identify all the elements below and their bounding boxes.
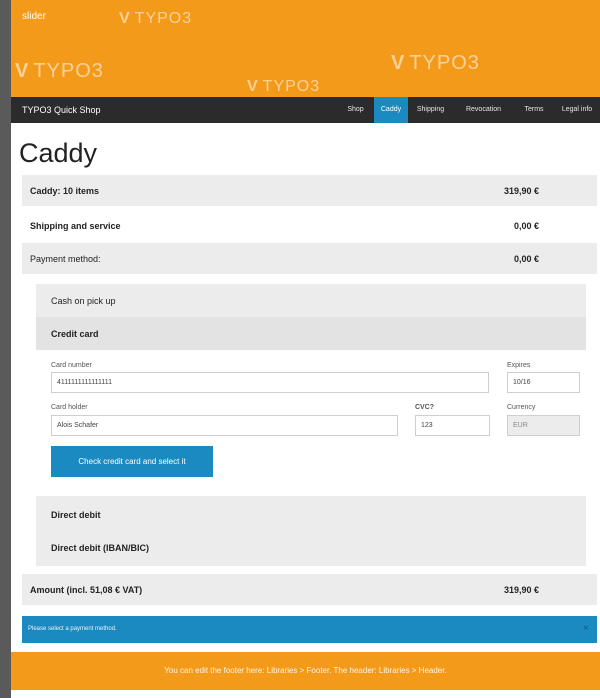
currency-label: Currency xyxy=(507,404,536,411)
alert-message: Please select a payment method. xyxy=(28,626,117,632)
amount-label: Amount (incl. 51,08 € VAT) xyxy=(30,585,143,595)
card-holder-label: Card holder xyxy=(51,404,88,411)
shipping-row: Shipping and service 0,00 € xyxy=(22,210,597,241)
card-number-label: Card number xyxy=(51,362,92,369)
nav-item-terms[interactable]: Terms xyxy=(514,97,554,123)
caddy-items-value: 319,90 € xyxy=(503,186,539,196)
cvc-label: CVC? xyxy=(415,404,435,411)
typo3-watermark-logo: V TYPO3 xyxy=(119,10,193,27)
payment-method-row: Payment method: 0,00 € xyxy=(22,243,597,274)
site-brand[interactable]: TYPO3 Quick Shop xyxy=(22,105,101,115)
main-navbar: TYPO3 Quick Shop Shop Caddy Shipping Rev… xyxy=(11,97,600,123)
nav-item-legal-info[interactable]: Legal info xyxy=(554,97,600,123)
payment-option-direct-debit-label: Direct debit xyxy=(51,510,101,520)
payment-method-label: Payment method: xyxy=(30,254,101,264)
amount-value: 319,90 € xyxy=(503,585,539,595)
currency-input: EUR xyxy=(507,415,580,436)
typo3-watermark-logo: V TYPO3 xyxy=(247,78,321,95)
footer-text: You can edit the footer here: Libraries … xyxy=(164,666,447,675)
shipping-value: 0,00 € xyxy=(513,221,539,231)
typo3-watermark-logo: V TYPO3 xyxy=(15,60,104,82)
payment-alert: Please select a payment method. × xyxy=(22,616,597,643)
close-icon[interactable]: × xyxy=(583,623,589,634)
page-frame: slider V TYPO3 V TYPO3 V TYPO3 V TYPO3 TYPO3… xyxy=(11,0,600,698)
payment-option-credit-card[interactable]: Credit card xyxy=(36,317,586,350)
main-nav: Shop Caddy Shipping Revocation Terms Leg… xyxy=(337,97,600,123)
nav-item-revocation[interactable]: Revocation xyxy=(453,97,514,123)
payment-method-value: 0,00 € xyxy=(513,254,539,264)
card-holder-input[interactable]: Alois Schafer xyxy=(51,415,398,436)
expires-label: Expires xyxy=(507,362,531,369)
payment-option-cash-label: Cash on pick up xyxy=(51,296,116,306)
nav-item-caddy[interactable]: Caddy xyxy=(374,97,408,123)
card-number-input[interactable]: 4111111111111111 xyxy=(51,372,489,393)
caddy-items-row: Caddy: 10 items 319,90 € xyxy=(22,175,597,206)
caddy-items-label: Caddy: 10 items xyxy=(30,186,100,196)
typo3-watermark-logo: V TYPO3 xyxy=(391,52,480,74)
amount-row: Amount (incl. 51,08 € VAT) 319,90 € xyxy=(22,574,597,605)
nav-item-shop[interactable]: Shop xyxy=(337,97,374,123)
site-footer: You can edit the footer here: Libraries … xyxy=(11,652,600,690)
payment-option-credit-card-label: Credit card xyxy=(51,329,99,339)
shipping-label: Shipping and service xyxy=(30,221,121,231)
expires-input[interactable]: 10/16 xyxy=(507,372,580,393)
slider-label: slider xyxy=(22,11,46,22)
check-credit-card-button[interactable]: Check credit card and select it xyxy=(51,446,213,477)
page-title: Caddy xyxy=(19,138,98,168)
payment-option-cash[interactable]: Cash on pick up xyxy=(36,284,586,317)
slider-banner: slider V TYPO3 V TYPO3 V TYPO3 V TYPO3 xyxy=(11,0,600,97)
payment-option-direct-debit[interactable]: Direct debit xyxy=(36,498,586,531)
cvc-input[interactable]: 123 xyxy=(415,415,490,436)
nav-item-shipping[interactable]: Shipping xyxy=(408,97,453,123)
payment-option-direct-debit-iban[interactable]: Direct debit (IBAN/BIC) xyxy=(36,531,586,564)
payment-option-direct-debit-iban-label: Direct debit (IBAN/BIC) xyxy=(51,543,150,553)
